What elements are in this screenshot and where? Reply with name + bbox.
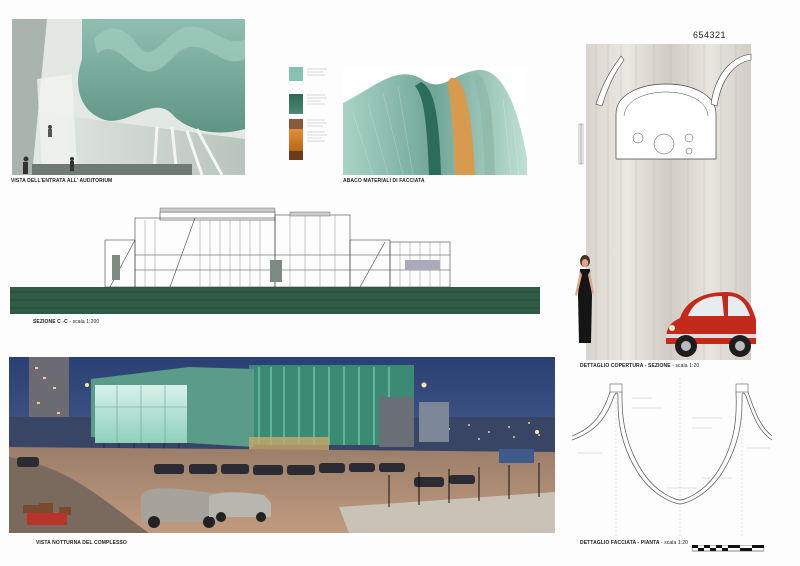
scale-bar bbox=[691, 540, 765, 552]
material-swatch-rust bbox=[289, 119, 303, 129]
material-swatch-green-light bbox=[289, 67, 303, 81]
caption-roof-detail: DETTAGLIO COPERTURA - SEZIONE - scala 1:… bbox=[580, 363, 699, 369]
facade-title: DETTAGLIO FACCIATA - PIANTA bbox=[580, 540, 660, 546]
material-swatch-brown bbox=[289, 151, 303, 160]
roof-title: DETTAGLIO COPERTURA - SEZIONE bbox=[580, 363, 671, 369]
caption-night-view: VISTA NOTTURNA DEL COMPLESSO bbox=[36, 540, 127, 546]
caption-materials: ABACO MATERIALI DI FACCIATA bbox=[343, 178, 425, 184]
facade-materials-render bbox=[343, 68, 527, 175]
material-swatch-copper bbox=[289, 129, 303, 151]
facade-plan-detail bbox=[572, 378, 772, 538]
material-swatch-lines bbox=[305, 67, 329, 160]
section-title: SEZIONE C -C bbox=[33, 319, 68, 325]
facade-scale: - scala 1:20 bbox=[660, 540, 689, 546]
caption-facade-detail: DETTAGLIO FACCIATA - PIANTA - scala 1:20 bbox=[580, 540, 688, 546]
section-scale: - scala 1:200 bbox=[69, 319, 100, 325]
material-swatch-green-dark bbox=[289, 94, 303, 114]
scale-figure-woman bbox=[572, 255, 598, 345]
caption-section-c-c: SEZIONE C -C - scala 1:200 bbox=[33, 319, 99, 325]
scale-figure-red-car bbox=[664, 288, 757, 360]
auditorium-render bbox=[12, 19, 245, 175]
caption-auditorium: VISTA DELL'ENTRATA ALL' AUDITORIUM bbox=[11, 178, 113, 184]
section-c-c-drawing bbox=[10, 200, 540, 316]
roof-scale: - scala 1:20 bbox=[672, 363, 700, 369]
night-view-photo bbox=[9, 357, 555, 533]
sheet-number: 654321 bbox=[693, 30, 727, 40]
